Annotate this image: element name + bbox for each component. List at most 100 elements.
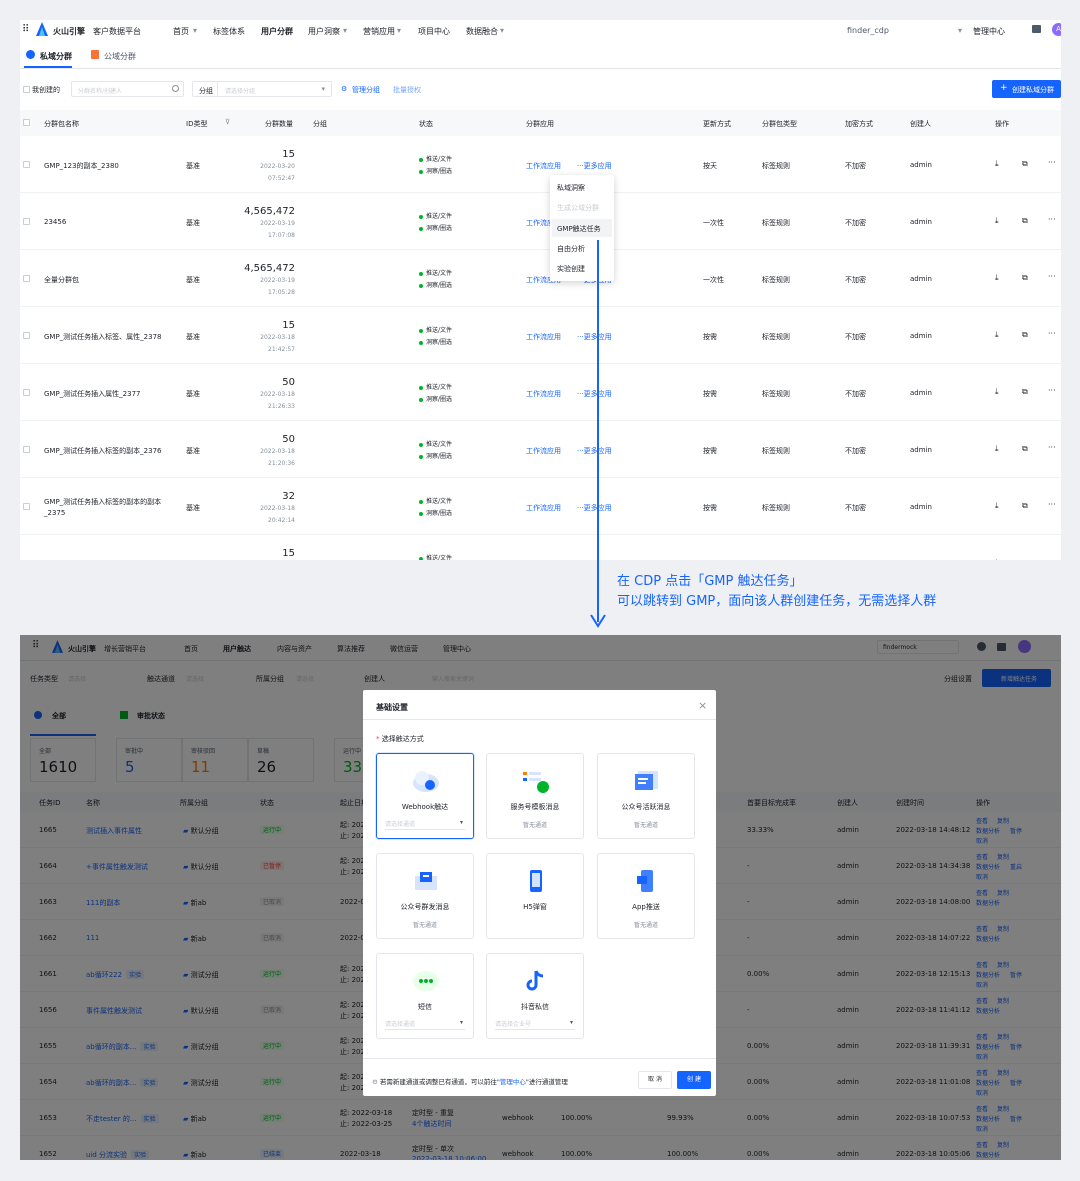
- segment-count: 50: [282, 434, 295, 445]
- row-checkbox[interactable]: [23, 332, 30, 339]
- chevron-down-icon: ▾: [459, 819, 463, 826]
- nav-item-tags[interactable]: 标签体系: [213, 26, 245, 37]
- channel-select[interactable]: 请选择通道 ▾: [385, 816, 465, 830]
- channel-card[interactable]: 公众号群发消息 暂无通道: [376, 853, 474, 939]
- more-apps-link[interactable]: ···更多应用: [577, 161, 612, 171]
- more-icon[interactable]: ···: [1048, 158, 1056, 167]
- channel-card[interactable]: H5弹窗: [486, 853, 584, 939]
- menu-item-experiment[interactable]: 实验创建: [557, 264, 585, 274]
- group-select[interactable]: 分组 请选择分组 ▾: [192, 81, 332, 97]
- copy-icon[interactable]: ⧉: [1022, 330, 1028, 340]
- row-checkbox[interactable]: [23, 218, 30, 225]
- channel-card[interactable]: 服务号模板消息 暂无通道: [486, 753, 584, 839]
- channel-card[interactable]: Webhook触达 请选择通道 ▾: [376, 753, 474, 839]
- more-icon[interactable]: ···: [1048, 557, 1056, 560]
- copy-icon[interactable]: ⧉: [1022, 273, 1028, 283]
- project-select[interactable]: finder_cdp: [847, 26, 889, 35]
- channel-select[interactable]: 请选择通道 ▾: [385, 1016, 465, 1030]
- segment-name[interactable]: GMP_测试任务插入标签、属性_2378: [44, 332, 162, 342]
- cancel-button[interactable]: 取 消: [638, 1071, 672, 1089]
- app-grid-icon[interactable]: ⠿: [22, 24, 29, 35]
- row-checkbox[interactable]: [23, 389, 30, 396]
- copy-icon[interactable]: ⧉: [1022, 159, 1028, 169]
- create-button[interactable]: 创 建: [677, 1071, 711, 1089]
- status-item: 推送/文件: [419, 325, 452, 334]
- nav-item-marketing[interactable]: 营销应用: [363, 26, 395, 37]
- workflow-app-link[interactable]: 工作流应用: [526, 446, 561, 456]
- segment-name[interactable]: GMP_测试任务插入标签的副本_2376: [44, 446, 162, 456]
- channel-card[interactable]: App推送 暂无通道: [597, 853, 695, 939]
- download-icon[interactable]: ⤓: [995, 501, 999, 511]
- segment-name[interactable]: GMP_测试任务插入标签的副本的副本: [44, 497, 161, 507]
- copy-icon[interactable]: ⧉: [1022, 444, 1028, 454]
- user-avatar[interactable]: A: [1052, 23, 1061, 36]
- more-icon[interactable]: ···: [1048, 443, 1056, 452]
- download-icon[interactable]: ⤓: [995, 558, 999, 560]
- download-icon[interactable]: ⤓: [995, 330, 999, 340]
- mine-checkbox[interactable]: [23, 86, 30, 93]
- message-icon[interactable]: [1032, 25, 1041, 33]
- menu-item-private-insight[interactable]: 私域洞察: [557, 183, 585, 193]
- channel-card[interactable]: 短信 请选择通道 ▾: [376, 953, 474, 1039]
- more-apps-link[interactable]: ···更多应用: [577, 503, 612, 513]
- close-icon[interactable]: ×: [698, 699, 707, 712]
- create-private-segment-button[interactable]: + 创建私域分群: [992, 80, 1061, 98]
- segment-name[interactable]: 23456: [44, 218, 66, 226]
- batch-auth-link[interactable]: 批量授权: [393, 85, 421, 95]
- encryption: 不加密: [845, 219, 866, 227]
- admin-center-link[interactable]: 管理中心: [973, 26, 1005, 37]
- segment-row: GMP_测试任务插入标签的副本_2374基准15推送/文件洞察/圈选工作流应用·…: [20, 535, 1061, 560]
- download-icon[interactable]: ⤓: [995, 216, 999, 226]
- nav-item-segments[interactable]: 用户分群: [261, 26, 293, 37]
- nav-item-insight[interactable]: 用户洞察: [308, 26, 340, 37]
- download-icon[interactable]: ⤓: [995, 387, 999, 397]
- workflow-app-link[interactable]: 工作流应用: [526, 161, 561, 171]
- manage-groups-link[interactable]: 管理分组: [352, 85, 380, 95]
- segment-name[interactable]: GMP_123的副本_2380: [44, 161, 119, 171]
- workflow-app-link[interactable]: 工作流应用: [526, 503, 561, 513]
- segment-search-input[interactable]: 分群名称/创建人: [71, 81, 184, 97]
- download-icon[interactable]: ⤓: [995, 444, 999, 454]
- nav-item-data-fusion[interactable]: 数据融合: [466, 26, 498, 37]
- more-icon[interactable]: ···: [1048, 272, 1056, 281]
- segment-name[interactable]: GMP_测试任务插入属性_2377: [44, 389, 141, 399]
- brand-name: 火山引擎: [53, 27, 85, 36]
- menu-item-free-analysis[interactable]: 自由分析: [557, 244, 585, 254]
- row-checkbox[interactable]: [23, 161, 30, 168]
- more-apps-link[interactable]: ···更多应用: [577, 332, 612, 342]
- download-icon[interactable]: ⤓: [995, 159, 999, 169]
- segment-name[interactable]: 全量分群包: [44, 275, 79, 285]
- more-icon[interactable]: ···: [1048, 329, 1056, 338]
- copy-icon[interactable]: ⧉: [1022, 501, 1028, 511]
- nav-item-projects[interactable]: 项目中心: [418, 26, 450, 37]
- row-checkbox[interactable]: [23, 275, 30, 282]
- more-icon[interactable]: ···: [1048, 500, 1056, 509]
- more-icon[interactable]: ···: [1048, 386, 1056, 395]
- channel-card[interactable]: 抖音私信 请选择企业号 ▾: [486, 953, 584, 1039]
- select-all-checkbox[interactable]: [23, 119, 30, 126]
- update-time: 21:26:33: [268, 403, 295, 410]
- copy-icon[interactable]: ⧉: [1022, 216, 1028, 226]
- row-checkbox[interactable]: [23, 446, 30, 453]
- row-checkbox[interactable]: [23, 503, 30, 510]
- filter-icon[interactable]: ⊽: [225, 118, 230, 126]
- menu-item-gmp-task[interactable]: GMP触达任务: [557, 224, 601, 234]
- more-icon[interactable]: ···: [1048, 215, 1056, 224]
- tab-public-segments[interactable]: 公域分群: [104, 51, 136, 62]
- nav-item-home[interactable]: 首页: [173, 26, 189, 37]
- more-apps-link[interactable]: ···更多应用: [577, 389, 612, 399]
- workflow-app-link[interactable]: 工作流应用: [526, 332, 561, 342]
- workflow-app-link[interactable]: 工作流应用: [526, 389, 561, 399]
- copy-icon[interactable]: ⧉: [1022, 558, 1028, 560]
- channel-select-placeholder: 请选择通道: [385, 1021, 416, 1028]
- tab-private-segments[interactable]: 私域分群: [40, 51, 72, 62]
- copy-icon[interactable]: ⧉: [1022, 387, 1028, 397]
- status-dot: [419, 271, 423, 276]
- creator: admin: [910, 503, 932, 511]
- official-active-icon: [632, 768, 662, 794]
- more-apps-link[interactable]: ···更多应用: [577, 446, 612, 456]
- download-icon[interactable]: ⤓: [995, 273, 999, 283]
- channel-select[interactable]: 请选择企业号 ▾: [495, 1016, 575, 1030]
- admin-center-link[interactable]: 管理中心: [500, 1078, 526, 1086]
- channel-card[interactable]: 公众号活跃消息 暂无通道: [597, 753, 695, 839]
